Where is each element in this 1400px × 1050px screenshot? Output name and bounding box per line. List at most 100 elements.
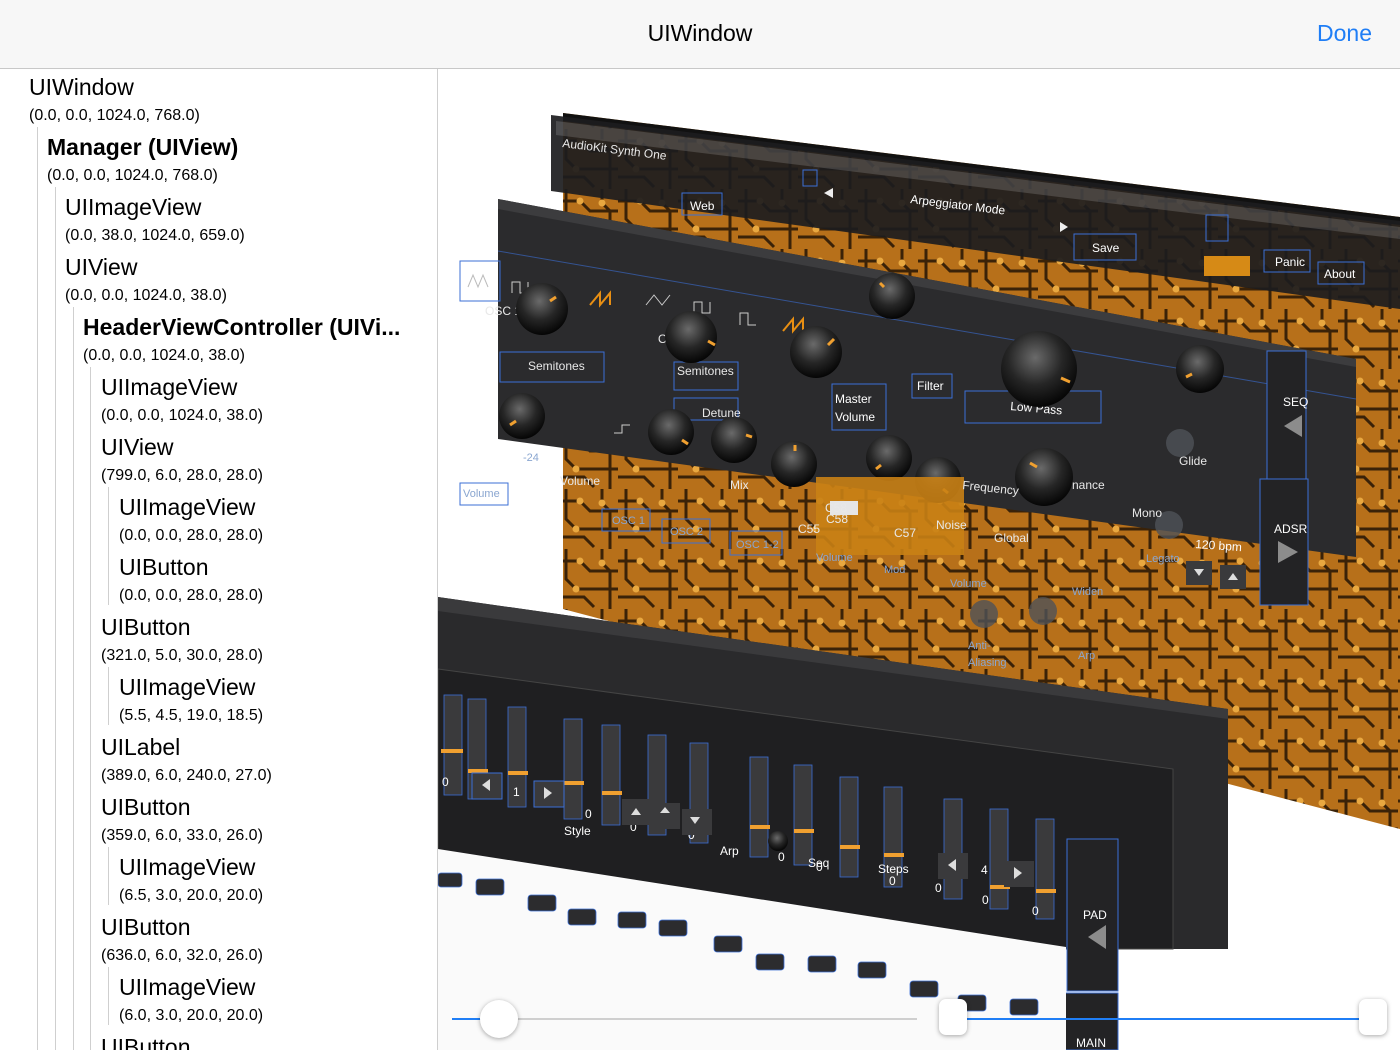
- panic-label: Panic: [1275, 255, 1305, 269]
- widen-label: Widen: [1072, 586, 1103, 598]
- node-frame: (799.0, 6.0, 28.0, 28.0): [101, 467, 263, 484]
- tree-node[interactable]: UILabel (389.0, 6.0, 240.0, 27.0): [0, 731, 437, 791]
- seq-step-knob[interactable]: [768, 831, 788, 851]
- exploded-3d-view[interactable]: AudioKit Synth One Web Arpeggiator Mode …: [438, 69, 1400, 1050]
- osc-mix-knob[interactable]: [790, 326, 842, 378]
- seq-value-11: 0: [816, 860, 823, 874]
- range-slider-high-thumb[interactable]: [1359, 999, 1387, 1035]
- anti-aliasing-toggle[interactable]: [970, 600, 998, 628]
- master-volume-knob[interactable]: [869, 273, 915, 319]
- noise-label: Noise: [936, 518, 967, 532]
- node-frame: (0.0, 0.0, 1024.0, 768.0): [47, 167, 218, 184]
- node-name: UIView: [65, 254, 138, 280]
- steps-value: 4: [981, 863, 988, 877]
- arp-down-button[interactable]: [682, 809, 712, 835]
- depth-slider-thumb[interactable]: [480, 1000, 518, 1038]
- detune-knob[interactable]: [648, 409, 694, 455]
- cutoff-knob[interactable]: [1001, 331, 1077, 407]
- arp-updown-button[interactable]: [650, 803, 680, 829]
- tree-node[interactable]: UIButton (321.0, 5.0, 30.0, 28.0): [0, 611, 437, 671]
- navigation-bar: UIWindow Done: [0, 0, 1400, 69]
- mix-label: Mix: [730, 478, 749, 492]
- tree-node[interactable]: UIButton (0.0, 0.0, 28.0, 28.0): [0, 551, 437, 611]
- semitones-2-label: Semitones: [677, 364, 734, 378]
- node-frame: (6.5, 3.0, 20.0, 20.0): [119, 887, 264, 904]
- node-frame: (0.0, 0.0, 1024.0, 38.0): [65, 287, 227, 304]
- tree-node[interactable]: UIImageView (6.5, 3.0, 20.0, 20.0): [0, 851, 437, 911]
- style-value: 1: [513, 785, 520, 799]
- node-name: UIImageView: [119, 854, 256, 880]
- volume-mix-label: Volume: [816, 552, 853, 564]
- node-name: UIButton: [101, 914, 191, 940]
- tree-node[interactable]: UIView (0.0, 0.0, 1024.0, 38.0): [0, 251, 437, 311]
- node-name: HeaderViewController (UIVi...: [83, 314, 401, 340]
- node-frame: (0.0, 0.0, 28.0, 28.0): [119, 527, 264, 544]
- tree-node[interactable]: UIImageView (5.5, 4.5, 19.0, 18.5): [0, 671, 437, 731]
- range-slider-low-thumb[interactable]: [939, 999, 967, 1035]
- tree-node[interactable]: UIWindow (0.0, 0.0, 1024.0, 768.0): [0, 71, 437, 131]
- done-button[interactable]: Done: [1317, 20, 1372, 47]
- volume-label: Volume: [560, 474, 600, 488]
- node-name: UIView: [101, 434, 174, 460]
- osc2-knob[interactable]: [665, 311, 717, 363]
- tree-node[interactable]: UIImageView (0.0, 38.0, 1024.0, 659.0): [0, 191, 437, 251]
- node-frame: (0.0, 0.0, 28.0, 28.0): [119, 587, 264, 604]
- tree-node-selected[interactable]: HeaderViewController (UIVi... (0.0, 0.0,…: [0, 311, 437, 371]
- node-frame: (0.0, 0.0, 1024.0, 38.0): [83, 347, 245, 364]
- about-label: About: [1324, 267, 1356, 281]
- range-slider-track[interactable]: [953, 1018, 1373, 1020]
- volume-knob[interactable]: [499, 393, 545, 439]
- arp-toggle-label: Arp: [1078, 650, 1095, 662]
- glide-toggle[interactable]: [1166, 429, 1194, 457]
- node-name: UIImageView: [65, 194, 202, 220]
- morph-knob[interactable]: [711, 417, 757, 463]
- pad-tab-label[interactable]: PAD: [1083, 908, 1107, 922]
- node-name: UIImageView: [119, 974, 256, 1000]
- save-label: Save: [1092, 241, 1120, 255]
- seq-value-5: 0: [778, 850, 785, 864]
- tree-node[interactable]: UIImageView (6.0, 3.0, 20.0, 20.0): [0, 971, 437, 1031]
- seq-value-9: 0: [982, 893, 989, 907]
- filter-label: Filter: [917, 379, 944, 393]
- layer-stack-canvas[interactable]: AudioKit Synth One Web Arpeggiator Mode …: [438, 69, 1400, 1050]
- tree-node[interactable]: UIButton: [0, 1031, 437, 1050]
- midi-button[interactable]: [1204, 256, 1250, 276]
- volume-small-label: Volume: [463, 488, 500, 500]
- tree-node[interactable]: UIButton (636.0, 6.0, 32.0, 26.0): [0, 911, 437, 971]
- osc2-mix-label: OSC 2: [670, 526, 703, 538]
- seq-value-7: 0: [889, 874, 896, 888]
- anti-label-line2: Aliasing: [968, 657, 1007, 669]
- style-label: Style: [564, 824, 591, 838]
- osc1-knob[interactable]: [516, 283, 568, 335]
- chip-label-2: C55: [798, 522, 820, 536]
- tree-node[interactable]: UIImageView (0.0, 0.0, 1024.0, 38.0): [0, 371, 437, 431]
- node-name: Manager (UIView): [47, 134, 239, 160]
- node-name: UIButton: [101, 1034, 191, 1050]
- seq-tab-label[interactable]: SEQ: [1283, 395, 1308, 409]
- widen-toggle[interactable]: [1029, 597, 1057, 625]
- arp-label: Arp: [720, 844, 739, 858]
- glide-knob[interactable]: [1176, 345, 1224, 393]
- seq-value-8: 0: [935, 881, 942, 895]
- osc12-label: OSC 1-2: [736, 539, 779, 551]
- main-tab-label[interactable]: MAIN: [1076, 1036, 1106, 1050]
- web-label: Web: [690, 199, 715, 213]
- semitones-1-label: Semitones: [528, 359, 585, 373]
- tree-node[interactable]: UIImageView (0.0, 0.0, 28.0, 28.0): [0, 491, 437, 551]
- view-hierarchy-list[interactable]: UIWindow (0.0, 0.0, 1024.0, 768.0) Manag…: [0, 69, 438, 1050]
- depth-slider-track[interactable]: [452, 1018, 917, 1020]
- tree-node-selected[interactable]: Manager (UIView) (0.0, 0.0, 1024.0, 768.…: [0, 131, 437, 191]
- sine-wave-icon: [467, 273, 489, 289]
- resonance-knob[interactable]: [1015, 448, 1073, 506]
- tree-node[interactable]: UIView (799.0, 6.0, 28.0, 28.0): [0, 431, 437, 491]
- osc1-label: OSC 1: [485, 304, 521, 318]
- frequency-knob[interactable]: [866, 435, 912, 481]
- adsr-tab-label[interactable]: ADSR: [1274, 522, 1308, 536]
- minus24-label: -24: [523, 452, 539, 464]
- node-name: UIWindow: [29, 74, 134, 100]
- node-name: UIButton: [101, 614, 191, 640]
- mono-label: Mono: [1132, 506, 1162, 520]
- tree-node[interactable]: UIButton (359.0, 6.0, 33.0, 26.0): [0, 791, 437, 851]
- page-title: UIWindow: [647, 20, 753, 46]
- chip-label-4: C58: [826, 512, 848, 526]
